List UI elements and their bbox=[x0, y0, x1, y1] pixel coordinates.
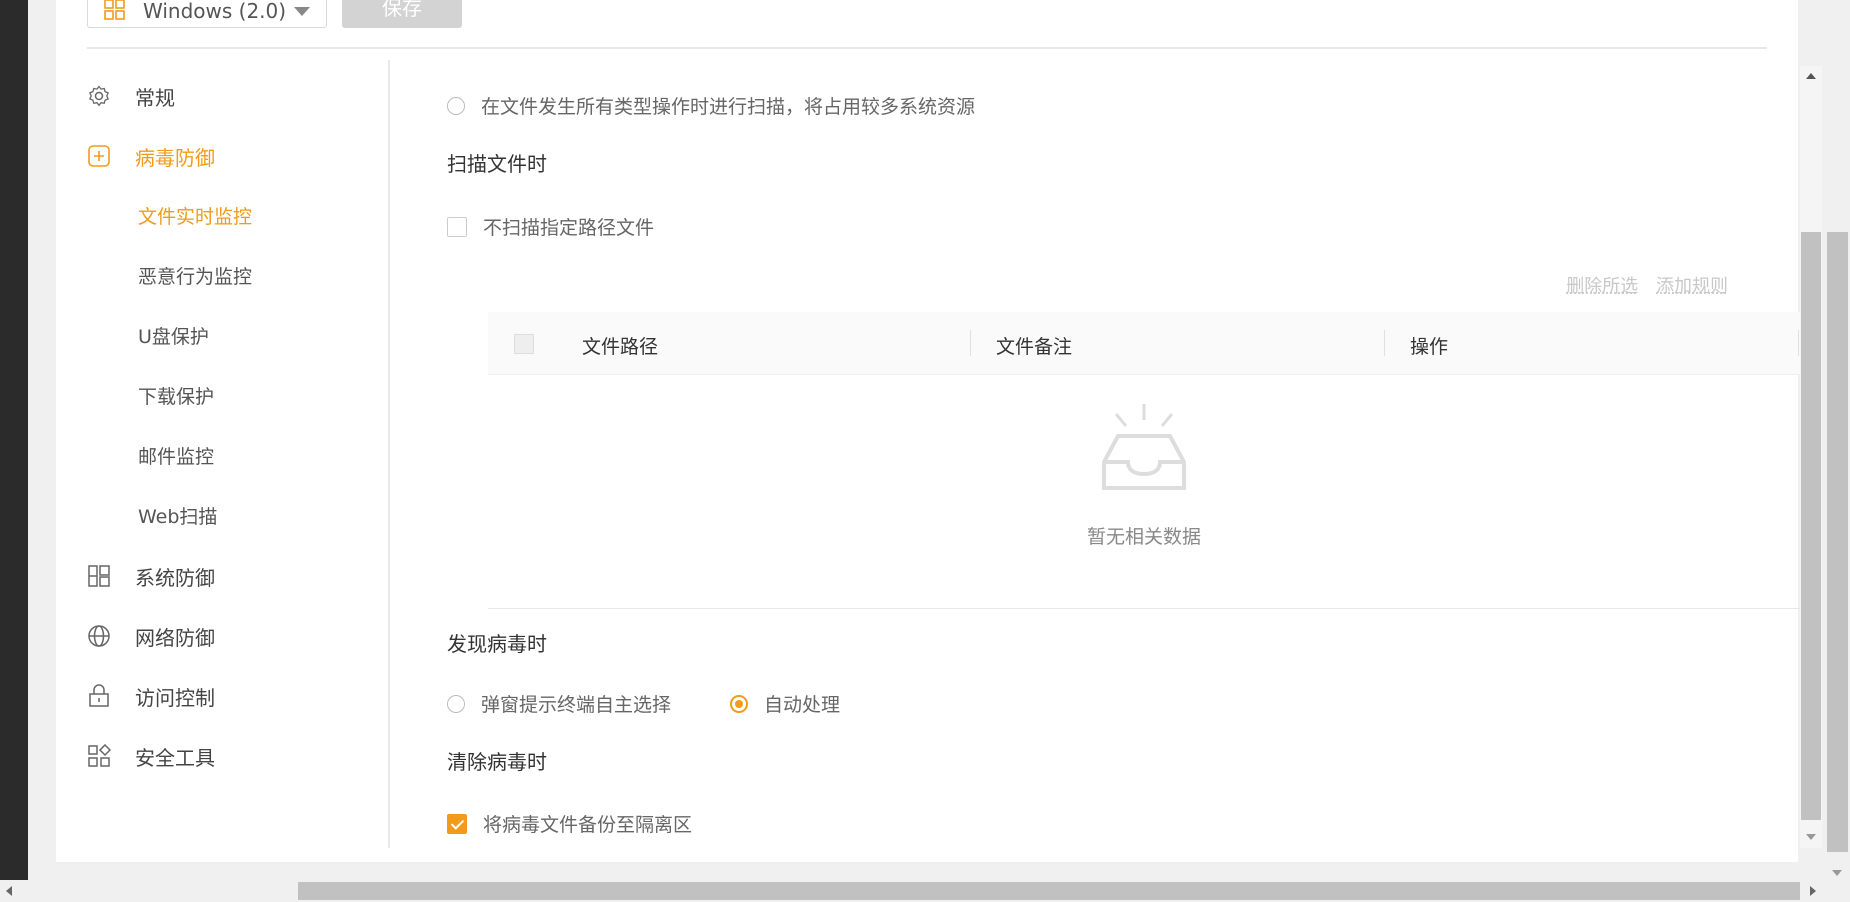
popup-option-label: 弹窗提示终端自主选择 bbox=[481, 694, 672, 716]
scan-all-ops-label: 在文件发生所有类型操作时进行扫描，将占用较多系统资源 bbox=[481, 96, 976, 118]
scroll-down-icon[interactable] bbox=[1832, 870, 1842, 876]
popup-option[interactable]: 弹窗提示终端自主选择 bbox=[447, 690, 671, 717]
column-header-note: 文件备注 bbox=[996, 336, 1073, 358]
column-separator bbox=[970, 330, 971, 356]
scan-file-title: 扫描文件时 bbox=[447, 152, 547, 176]
window-horizontal-scrollbar[interactable] bbox=[0, 880, 1850, 902]
scroll-up-icon[interactable] bbox=[1806, 73, 1816, 79]
skip-path-label: 不扫描指定路径文件 bbox=[483, 217, 655, 239]
sidebar-item-label: 常规 bbox=[135, 85, 175, 110]
sidebar-subitem-usb-protect[interactable]: U盘保护 bbox=[138, 322, 209, 349]
scrollbar-thumb[interactable] bbox=[1827, 232, 1848, 852]
scrollbar-thumb[interactable] bbox=[1801, 232, 1821, 820]
chevron-down-icon bbox=[294, 7, 310, 16]
radio-button[interactable] bbox=[447, 96, 465, 115]
sidebar-item-virus-defense[interactable]: 病毒防御 bbox=[87, 136, 215, 176]
sidebar-item-label: 安全工具 bbox=[135, 745, 215, 770]
select-all-checkbox[interactable] bbox=[514, 334, 534, 354]
rules-table: 文件路径 文件备注 操作 暂无相关数据 bbox=[488, 312, 1800, 609]
sidebar-subitem-behavior-monitor[interactable]: 恶意行为监控 bbox=[138, 262, 252, 289]
os-version-select[interactable]: Windows (2.0) bbox=[87, 0, 327, 28]
sidebar-item-general[interactable]: 常规 bbox=[87, 76, 175, 116]
scrollbar-thumb[interactable] bbox=[298, 882, 1800, 900]
auto-option-label: 自动处理 bbox=[764, 694, 841, 716]
add-rule-link[interactable]: 添加规则 bbox=[1656, 276, 1728, 297]
backup-checkbox[interactable] bbox=[447, 813, 467, 834]
skip-path-option[interactable]: 不扫描指定路径文件 bbox=[447, 213, 654, 240]
delete-selected-link[interactable]: 删除所选 bbox=[1566, 276, 1638, 297]
apps-icon bbox=[88, 744, 111, 767]
divider bbox=[87, 47, 1767, 49]
scroll-left-icon[interactable] bbox=[6, 886, 12, 896]
column-separator bbox=[1384, 330, 1385, 356]
content-scrollbar[interactable] bbox=[1800, 66, 1822, 848]
sidebar-subitem-mail-monitor[interactable]: 邮件监控 bbox=[138, 442, 214, 469]
sidebar-item-label: 访问控制 bbox=[135, 685, 215, 710]
sidebar-item-label: 网络防御 bbox=[135, 625, 215, 650]
scan-all-ops-option[interactable]: 在文件发生所有类型操作时进行扫描，将占用较多系统资源 bbox=[447, 92, 975, 119]
table-header: 文件路径 文件备注 操作 bbox=[488, 312, 1800, 375]
grid-icon bbox=[88, 565, 110, 587]
window-vertical-scrollbar[interactable] bbox=[1825, 0, 1850, 880]
table-actions: 删除所选 添加规则 bbox=[1554, 272, 1728, 298]
column-header-path: 文件路径 bbox=[582, 336, 659, 358]
sidebar-item-security-tools[interactable]: 安全工具 bbox=[87, 736, 215, 776]
save-button[interactable]: 保存 bbox=[342, 0, 462, 28]
sidebar-item-label: 系统防御 bbox=[135, 565, 215, 590]
column-header-action: 操作 bbox=[1410, 336, 1449, 358]
lock-icon bbox=[89, 684, 109, 707]
clean-virus-title: 清除病毒时 bbox=[447, 750, 547, 774]
window-left-edge bbox=[0, 0, 28, 880]
globe-icon bbox=[88, 625, 110, 647]
sidebar-subitem-web-scan[interactable]: Web扫描 bbox=[138, 502, 217, 529]
empty-inbox-icon bbox=[1102, 404, 1186, 490]
sidebar-item-network-defense[interactable]: 网络防御 bbox=[87, 616, 215, 656]
skip-path-checkbox[interactable] bbox=[447, 216, 467, 237]
radio-button-selected[interactable] bbox=[730, 694, 748, 713]
scroll-right-icon[interactable] bbox=[1810, 886, 1816, 896]
plus-square-icon bbox=[88, 145, 110, 167]
sidebar: 常规 病毒防御 文件实时监控 恶意行为监控 U盘保护 下载保护 邮件监控 Web… bbox=[56, 60, 390, 848]
found-virus-title: 发现病毒时 bbox=[447, 632, 547, 656]
sidebar-item-label: 病毒防御 bbox=[135, 145, 215, 170]
sidebar-item-system-defense[interactable]: 系统防御 bbox=[87, 556, 215, 596]
backup-option[interactable]: 将病毒文件备份至隔离区 bbox=[447, 810, 692, 837]
os-select-value: Windows (2.0) bbox=[143, 0, 287, 23]
sidebar-subitem-download-protect[interactable]: 下载保护 bbox=[138, 382, 214, 409]
radio-button[interactable] bbox=[447, 694, 465, 713]
empty-text: 暂无相关数据 bbox=[1086, 526, 1201, 548]
sidebar-item-access-control[interactable]: 访问控制 bbox=[87, 676, 215, 716]
sidebar-subitem-file-monitor[interactable]: 文件实时监控 bbox=[138, 202, 252, 229]
backup-option-label: 将病毒文件备份至隔离区 bbox=[483, 814, 693, 836]
windows-icon bbox=[104, 0, 125, 20]
column-separator bbox=[1798, 330, 1799, 356]
auto-option[interactable]: 自动处理 bbox=[730, 690, 840, 717]
scroll-down-icon[interactable] bbox=[1806, 834, 1816, 840]
gear-icon bbox=[89, 85, 109, 107]
settings-panel: Windows (2.0) 保存 常规 病毒防御 文件实时监控 恶意行为监控 U… bbox=[56, 0, 1822, 862]
